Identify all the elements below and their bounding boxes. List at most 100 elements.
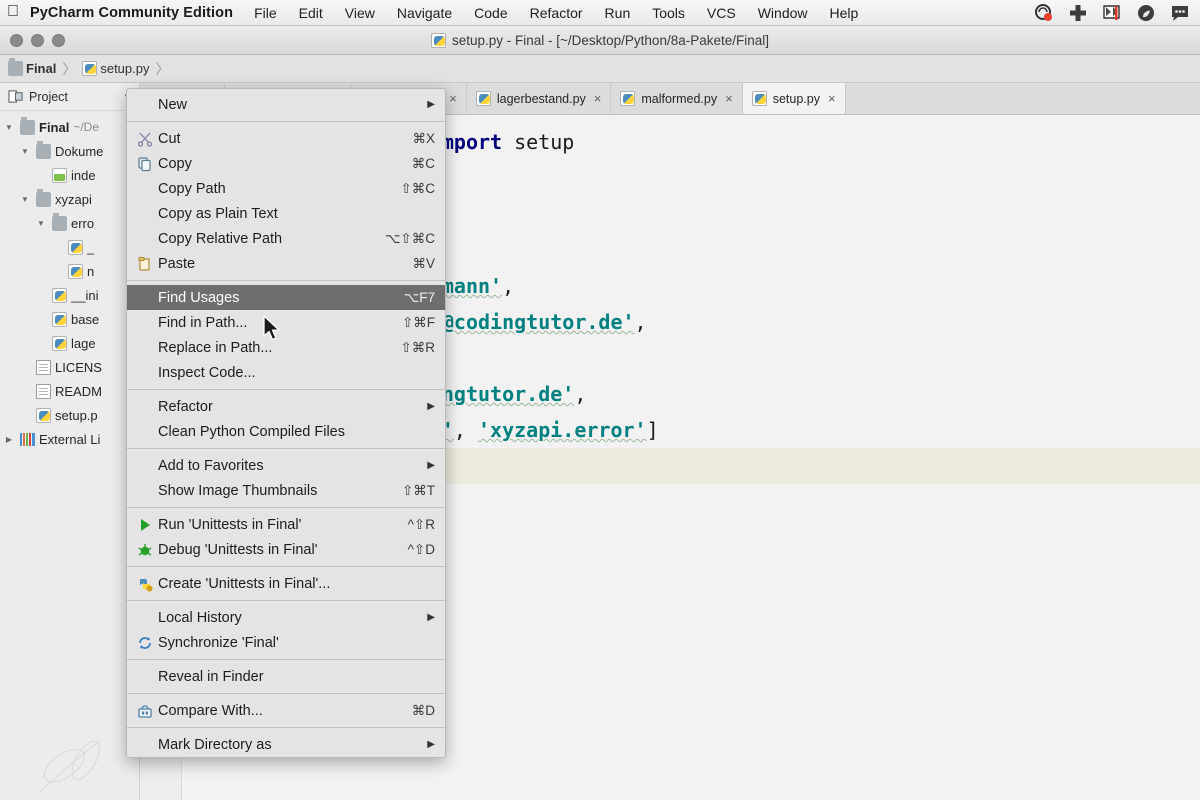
menubar-item-window[interactable]: Window <box>747 5 819 21</box>
menu-item-compare-with[interactable]: Compare With... ⌘D <box>127 698 445 723</box>
python-config-icon <box>133 576 156 592</box>
submenu-arrow-icon[interactable]: ▶ <box>427 460 435 471</box>
menubar-status-icons <box>1034 3 1200 23</box>
menu-item-add-to-favorites[interactable]: Add to Favorites ▶ <box>127 453 445 478</box>
tree-item[interactable]: base <box>0 307 139 331</box>
menu-item-label: Paste <box>158 255 196 272</box>
close-window-button[interactable] <box>10 34 23 47</box>
menubar-item-tools[interactable]: Tools <box>641 5 696 21</box>
code-token: ] <box>646 418 659 442</box>
menubar-item-code[interactable]: Code <box>463 5 518 21</box>
tree-twisty-closed-icon[interactable] <box>2 435 16 444</box>
menu-item-inspect-code[interactable]: Inspect Code... <box>127 360 445 385</box>
flag-icon[interactable] <box>1102 3 1122 23</box>
text-file-icon <box>36 359 51 375</box>
close-tab-icon[interactable]: × <box>723 91 733 106</box>
menu-item-shortcut: ⇧⌘C <box>400 180 435 196</box>
menu-item-local-history[interactable]: Local History ▶ <box>127 605 445 630</box>
breadcrumb-separator: 〉 <box>155 60 170 77</box>
tree-item[interactable]: xyzapi <box>0 187 139 211</box>
breadcrumb-item-setup-py[interactable]: setup.py <box>100 61 149 76</box>
menubar-app-name[interactable]: PyCharm Community Edition <box>26 5 243 21</box>
menubar-item-edit[interactable]: Edit <box>288 5 334 21</box>
close-tab-icon[interactable]: × <box>447 91 457 106</box>
menubar-item-navigate[interactable]: Navigate <box>386 5 463 21</box>
project-sidebar: Project ▼ Final ~/De Dokume inde xyzapi erro… <box>0 83 140 800</box>
menu-item-cut[interactable]: Cut ⌘X <box>127 126 445 151</box>
project-panel-header[interactable]: Project ▼ <box>0 83 139 111</box>
menubar-item-file[interactable]: File <box>243 5 288 21</box>
code-token: setup <box>514 130 575 154</box>
menu-item-new[interactable]: New ▶ <box>127 92 445 117</box>
tree-twisty-open-icon[interactable] <box>2 123 16 132</box>
submenu-arrow-icon[interactable]: ▶ <box>427 739 435 750</box>
tree-item[interactable]: Final ~/De <box>0 115 139 139</box>
menu-item-reveal-in-finder[interactable]: Reveal in Finder <box>127 664 445 689</box>
menu-item-label: Inspect Code... <box>158 364 256 381</box>
python-file-icon <box>620 91 636 106</box>
speech-bubble-icon[interactable] <box>1170 3 1190 23</box>
submenu-arrow-icon[interactable]: ▶ <box>427 612 435 623</box>
menubar-item-vcs[interactable]: VCS <box>696 5 747 21</box>
tree-item[interactable]: READM <box>0 379 139 403</box>
menubar-item-view[interactable]: View <box>334 5 386 21</box>
editor-tab[interactable]: setup.py × <box>742 83 846 114</box>
editor-tab[interactable]: malformed.py × <box>611 83 743 114</box>
tree-item[interactable]: lage <box>0 331 139 355</box>
menu-item-find-usages[interactable]: Find Usages ⌥F7 <box>127 285 445 310</box>
python-file-icon <box>82 61 98 76</box>
menu-item-copy-path[interactable]: Copy Path ⇧⌘C <box>127 176 445 201</box>
tree-item-label: lage <box>71 335 96 351</box>
menu-item-clean-python-compiled-files[interactable]: Clean Python Compiled Files <box>127 419 445 444</box>
close-tab-icon[interactable]: × <box>826 91 836 106</box>
menu-item-replace-in-path[interactable]: Replace in Path... ⇧⌘R <box>127 335 445 360</box>
close-tab-icon[interactable]: × <box>592 91 602 106</box>
menu-item-paste[interactable]: Paste ⌘V <box>127 251 445 276</box>
text-file-icon <box>36 383 51 399</box>
menu-separator <box>127 600 445 601</box>
menu-item-copy-relative-path[interactable]: Copy Relative Path ⌥⇧⌘C <box>127 226 445 251</box>
menu-item-refactor[interactable]: Refactor ▶ <box>127 394 445 419</box>
tree-item[interactable]: inde <box>0 163 139 187</box>
plus-cross-icon[interactable] <box>1068 3 1088 23</box>
menu-item-synchronize-final[interactable]: Synchronize 'Final' <box>127 630 445 655</box>
apple-logo-icon[interactable]:  <box>0 3 26 22</box>
menu-item-create-unittests-in-final[interactable]: Create 'Unittests in Final'... <box>127 571 445 596</box>
tree-twisty-open-icon[interactable] <box>18 147 32 156</box>
breadcrumb: Final 〉 setup.py 〉 <box>0 55 1200 83</box>
menu-item-copy-as-plain-text[interactable]: Copy as Plain Text <box>127 201 445 226</box>
menu-item-copy[interactable]: Copy ⌘C <box>127 151 445 176</box>
droplet-icon[interactable] <box>1136 3 1156 23</box>
minimize-window-button[interactable] <box>31 34 44 47</box>
menu-item-mark-directory-as[interactable]: Mark Directory as ▶ <box>127 732 445 757</box>
menu-item-shortcut: ⌥F7 <box>403 289 435 305</box>
tree-item[interactable]: External Li <box>0 427 139 451</box>
submenu-arrow-icon[interactable]: ▶ <box>427 401 435 412</box>
menubar-item-run[interactable]: Run <box>594 5 642 21</box>
tree-item[interactable]: setup.p <box>0 403 139 427</box>
submenu-arrow-icon[interactable]: ▶ <box>427 99 435 110</box>
tree-item-label: READM <box>55 383 102 399</box>
menubar-item-help[interactable]: Help <box>819 5 870 21</box>
maximize-window-button[interactable] <box>52 34 65 47</box>
menu-item-show-image-thumbnails[interactable]: Show Image Thumbnails ⇧⌘T <box>127 478 445 503</box>
breadcrumb-item-final[interactable]: Final <box>26 61 56 76</box>
tree-item[interactable]: n <box>0 259 139 283</box>
tree-item[interactable]: _ <box>0 235 139 259</box>
menubar-item-refactor[interactable]: Refactor <box>519 5 594 21</box>
window-title-bar: setup.py - Final - [~/Desktop/Python/8a-… <box>0 26 1200 55</box>
menu-item-find-in-path[interactable]: Find in Path... ⇧⌘F <box>127 310 445 335</box>
tree-item[interactable]: erro <box>0 211 139 235</box>
editor-tab[interactable]: lagerbestand.py × <box>467 83 612 114</box>
window-title: setup.py - Final - [~/Desktop/Python/8a-… <box>430 32 769 48</box>
camera-record-icon[interactable] <box>1034 3 1054 23</box>
tree-item-label: setup.p <box>55 407 98 423</box>
tree-item[interactable]: __ini <box>0 283 139 307</box>
code-token: , <box>502 274 515 298</box>
tree-item[interactable]: Dokume <box>0 139 139 163</box>
menu-item-debug-unittests-in-final[interactable]: Debug 'Unittests in Final' ^⇧D <box>127 537 445 562</box>
tree-twisty-open-icon[interactable] <box>18 195 32 204</box>
tree-twisty-open-icon[interactable] <box>34 219 48 228</box>
tree-item[interactable]: LICENS <box>0 355 139 379</box>
menu-item-run-unittests-in-final[interactable]: Run 'Unittests in Final' ^⇧R <box>127 512 445 537</box>
